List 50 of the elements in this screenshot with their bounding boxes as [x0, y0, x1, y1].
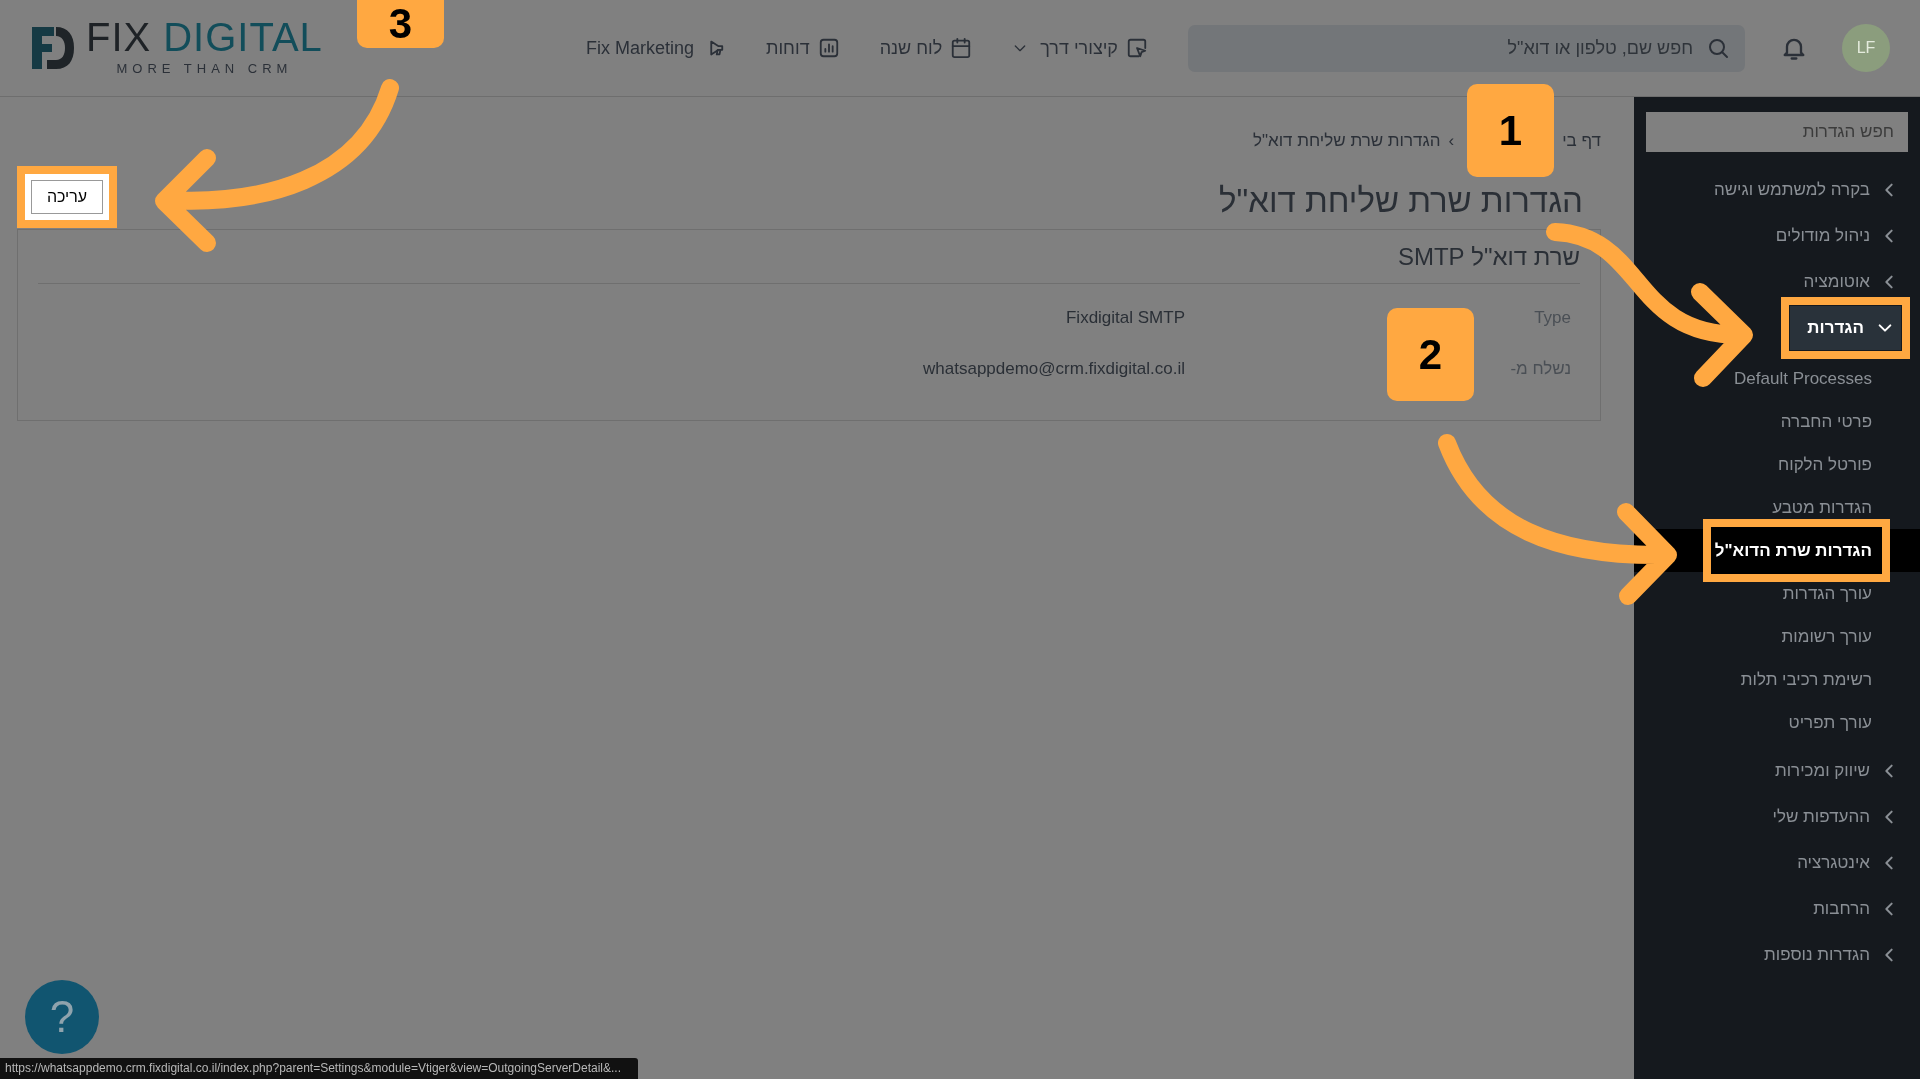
card-title: שרת דוא"ל SMTP: [1397, 241, 1580, 272]
status-url: https://whatsappdemo.crm.fixdigital.co.il/index.php?parent=Settings&module=Vtiger&view=OutgoingServerDetail&...: [0, 1058, 638, 1079]
nav-link[interactable]: דוחות: [766, 34, 840, 62]
nav-link[interactable]: לוח שנה: [879, 34, 973, 62]
sidebar-subitem[interactable]: עורך הגדרות: [1782, 580, 1872, 607]
sidebar-subitem[interactable]: עורך תפריט: [1788, 709, 1872, 736]
sidebar-subitem[interactable]: פרטי החברה: [1780, 408, 1872, 435]
sidebar-subitem[interactable]: עורך רשומות: [1781, 623, 1872, 650]
sidebar-item[interactable]: הרחבות: [1813, 896, 1895, 922]
page-title: הגדרות שרת שליחת דוא"ל: [1219, 181, 1584, 221]
sidebar-item[interactable]: הגדרות נוספות: [1764, 942, 1895, 968]
edit-button[interactable]: עריכה: [31, 180, 103, 214]
sidebar-subitem[interactable]: רשימת רכיבי תלות: [1740, 666, 1872, 693]
field-value: whatsappdemo@crm.fixdigital.co.il: [922, 358, 1185, 381]
sidebar-item[interactable]: אוטומציה: [1803, 269, 1895, 295]
sidebar-subitem[interactable]: הגדרות מטבע: [1772, 494, 1872, 521]
sidebar-subitem[interactable]: פורטל הלקוח: [1778, 451, 1872, 478]
sidebar-item[interactable]: אינטגרציה: [1797, 850, 1895, 876]
chevron-left-icon: [1883, 855, 1895, 871]
help-button[interactable]: ?: [25, 980, 99, 1054]
chevron-left-icon: [1883, 901, 1895, 917]
logo-text: DIGITAL: [163, 17, 323, 58]
step-badge: 2: [1387, 308, 1474, 401]
chevron-left-icon: [1883, 228, 1895, 244]
nav-link[interactable]: Fix Marketing: [585, 34, 726, 62]
sidebar-item[interactable]: הגדרות: [1790, 306, 1901, 350]
chevron-left-icon: [1883, 947, 1895, 963]
sidebar-subitem[interactable]: Default Processes: [1734, 365, 1872, 392]
sidebar-item[interactable]: ניהול מודולים: [1775, 223, 1895, 249]
sidebar-item[interactable]: בקרה למשתמש וגישה: [1713, 177, 1895, 203]
bar-chart-icon: [817, 37, 840, 59]
logo-tagline: MORE THAN CRM: [116, 60, 293, 79]
sidebar-item[interactable]: ההעדפות שלי: [1772, 804, 1895, 830]
breadcrumb-link[interactable]: הגדרות שרת שליחת דוא"ל: [1253, 128, 1441, 154]
search-field[interactable]: חפש הגדרות: [1646, 112, 1908, 152]
cursor-icon: [1126, 37, 1148, 59]
step-badge: 3: [357, 0, 444, 48]
sidebar-item[interactable]: שיווק ומכירות: [1774, 758, 1895, 784]
chevron-left-icon: [1883, 809, 1895, 825]
calendar-icon: [950, 37, 973, 59]
breadcrumb-separator: ›: [1448, 130, 1455, 153]
field-value: Fixdigital SMTP: [1064, 307, 1185, 330]
breadcrumb-link[interactable]: דף בי: [1562, 128, 1601, 154]
search-field[interactable]: חפש שם, טלפון או דוא"ל: [1188, 24, 1745, 72]
chevron-left-icon: [1883, 182, 1895, 198]
step-badge: 1: [1467, 84, 1554, 177]
chevron-left-icon: [1883, 274, 1895, 290]
logo-text: FIX: [86, 17, 152, 58]
nav-link[interactable]: קיצורי דרך: [1012, 34, 1148, 62]
chevron-left-icon: [1883, 763, 1895, 779]
